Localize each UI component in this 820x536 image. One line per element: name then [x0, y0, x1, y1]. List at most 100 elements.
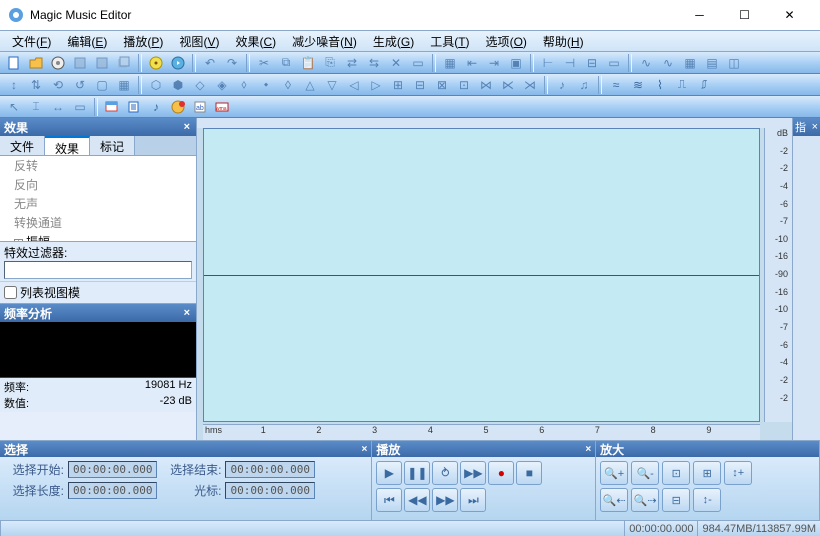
copy-icon[interactable]: ⧉	[276, 54, 296, 72]
menu-noise[interactable]: 减少噪音(N)	[284, 31, 365, 52]
cur-rect-icon[interactable]: ▭	[70, 98, 90, 116]
fx12-icon[interactable]: ⬩	[256, 76, 276, 94]
new-file-icon[interactable]	[4, 54, 24, 72]
disp4-icon[interactable]: ▤	[702, 54, 722, 72]
trim-icon[interactable]: ▭	[408, 54, 428, 72]
rewind-button[interactable]: ◀◀	[404, 488, 430, 512]
fx24-icon[interactable]: ⋊	[520, 76, 540, 94]
menu-help[interactable]: 帮助(H)	[535, 31, 592, 52]
redo-icon[interactable]: ↷	[222, 54, 242, 72]
minimize-button[interactable]: ─	[677, 1, 722, 29]
save-icon[interactable]	[70, 54, 90, 72]
selection-close-icon[interactable]: ×	[362, 444, 368, 455]
fx16-icon[interactable]: ◁	[344, 76, 364, 94]
zoom-out-button[interactable]: 🔍-	[631, 461, 659, 485]
maximize-button[interactable]: ☐	[722, 1, 767, 29]
mark-end-icon[interactable]: ⊣	[560, 54, 580, 72]
pause-button[interactable]: ❚❚	[404, 461, 430, 485]
fx2-icon[interactable]: ⇅	[26, 76, 46, 94]
sel-length-value[interactable]: 00:00:00.000	[68, 482, 157, 499]
zoom-v-in-button[interactable]: ↕+	[724, 461, 752, 485]
gen5-icon[interactable]: ⎎	[694, 76, 714, 94]
tab-marks[interactable]: 标记	[90, 136, 135, 155]
fx8-icon[interactable]: ⬢	[168, 76, 188, 94]
open-file-icon[interactable]	[26, 54, 46, 72]
playback-close-icon[interactable]: ×	[585, 444, 591, 455]
fx5-icon[interactable]: ▢	[92, 76, 112, 94]
freq-panel-close-icon[interactable]: ×	[182, 307, 192, 319]
fx17-icon[interactable]: ▷	[366, 76, 386, 94]
gen2-icon[interactable]: ≋	[628, 76, 648, 94]
menu-generate[interactable]: 生成(G)	[365, 31, 422, 52]
goto-end-button[interactable]: ⏭	[460, 488, 486, 512]
fx22-icon[interactable]: ⋈	[476, 76, 496, 94]
fx7-icon[interactable]: ⬡	[146, 76, 166, 94]
effects-tree[interactable]: 反转 反向 无声 转换通道 +振幅	[0, 156, 196, 242]
view-list-icon[interactable]	[124, 98, 144, 116]
fx4-icon[interactable]: ↺	[70, 76, 90, 94]
zoom-in-r-button[interactable]: 🔍⇢	[631, 488, 659, 512]
fx6-icon[interactable]: ▦	[114, 76, 134, 94]
sel-all-icon[interactable]: ▦	[440, 54, 460, 72]
zoom-all-button[interactable]: ⊞	[693, 461, 721, 485]
menu-tools[interactable]: 工具(T)	[422, 31, 477, 52]
play-sel-button[interactable]: ▶▶	[460, 461, 486, 485]
cur-arrow-icon[interactable]: ↖	[4, 98, 24, 116]
mark-sel-icon[interactable]: ⊟	[582, 54, 602, 72]
sel-view-icon[interactable]: ▣	[506, 54, 526, 72]
tree-item[interactable]: +振幅	[0, 232, 196, 242]
zoom-sel-button[interactable]: ⊡	[662, 461, 690, 485]
mix-icon[interactable]: ⇄	[342, 54, 362, 72]
loop-button[interactable]: ⥁	[432, 461, 458, 485]
tree-item[interactable]: 转换通道	[0, 213, 196, 232]
record-button[interactable]: ●	[488, 461, 514, 485]
gen4-icon[interactable]: ⎍	[672, 76, 692, 94]
disp1-icon[interactable]: ∿	[636, 54, 656, 72]
gen1-icon[interactable]: ≈	[606, 76, 626, 94]
disp2-icon[interactable]: ∿	[658, 54, 678, 72]
fx20-icon[interactable]: ⊠	[432, 76, 452, 94]
wave-canvas[interactable]	[203, 128, 760, 422]
fx11-icon[interactable]: ⬨	[234, 76, 254, 94]
sel-end-icon[interactable]: ⇥	[484, 54, 504, 72]
save-as-icon[interactable]	[92, 54, 112, 72]
fx10-icon[interactable]: ◈	[212, 76, 232, 94]
cur-move-icon[interactable]: ↔	[48, 98, 68, 116]
delete-icon[interactable]: ✕	[386, 54, 406, 72]
fx14-icon[interactable]: △	[300, 76, 320, 94]
view-wma-icon[interactable]: wma	[212, 98, 232, 116]
fx3-icon[interactable]: ⟲	[48, 76, 68, 94]
tab-file[interactable]: 文件	[0, 136, 45, 155]
cursor-value[interactable]: 00:00:00.000	[225, 482, 314, 499]
menu-file[interactable]: 文件(F)	[4, 31, 59, 52]
disp3-icon[interactable]: ▦	[680, 54, 700, 72]
burn-cd-icon[interactable]	[146, 54, 166, 72]
disp5-icon[interactable]: ◫	[724, 54, 744, 72]
play-button[interactable]: ▶	[376, 461, 402, 485]
zoom-custom-button[interactable]: ⊟	[662, 488, 690, 512]
sel-start-icon[interactable]: ⇤	[462, 54, 482, 72]
mark-start-icon[interactable]: ⊢	[538, 54, 558, 72]
fx9-icon[interactable]: ◇	[190, 76, 210, 94]
zoom-in-l-button[interactable]: 🔍⇠	[600, 488, 628, 512]
close-button[interactable]: ✕	[767, 1, 812, 29]
menu-effect[interactable]: 效果(C)	[227, 31, 284, 52]
sel-region-icon[interactable]: ▭	[604, 54, 624, 72]
zoom-in-button[interactable]: 🔍+	[600, 461, 628, 485]
sel-start-value[interactable]: 00:00:00.000	[68, 461, 157, 478]
play-cd-icon[interactable]	[168, 54, 188, 72]
cur-ibeam-icon[interactable]: ⌶	[26, 98, 46, 116]
view-editor-icon[interactable]	[102, 98, 122, 116]
sel-end-value[interactable]: 00:00:00.000	[225, 461, 314, 478]
tree-item[interactable]: 反转	[0, 156, 196, 175]
mix-file-icon[interactable]: ⇆	[364, 54, 384, 72]
zoom-v-out-button[interactable]: ↕-	[693, 488, 721, 512]
filter-input[interactable]	[4, 261, 192, 279]
fx13-icon[interactable]: ◊	[278, 76, 298, 94]
effects-panel-close-icon[interactable]: ×	[182, 121, 192, 133]
tree-item[interactable]: 无声	[0, 194, 196, 213]
menu-view[interactable]: 视图(V)	[171, 31, 227, 52]
undo-icon[interactable]: ↶	[200, 54, 220, 72]
cut-icon[interactable]: ✂	[254, 54, 274, 72]
goto-start-button[interactable]: ⏮	[376, 488, 402, 512]
